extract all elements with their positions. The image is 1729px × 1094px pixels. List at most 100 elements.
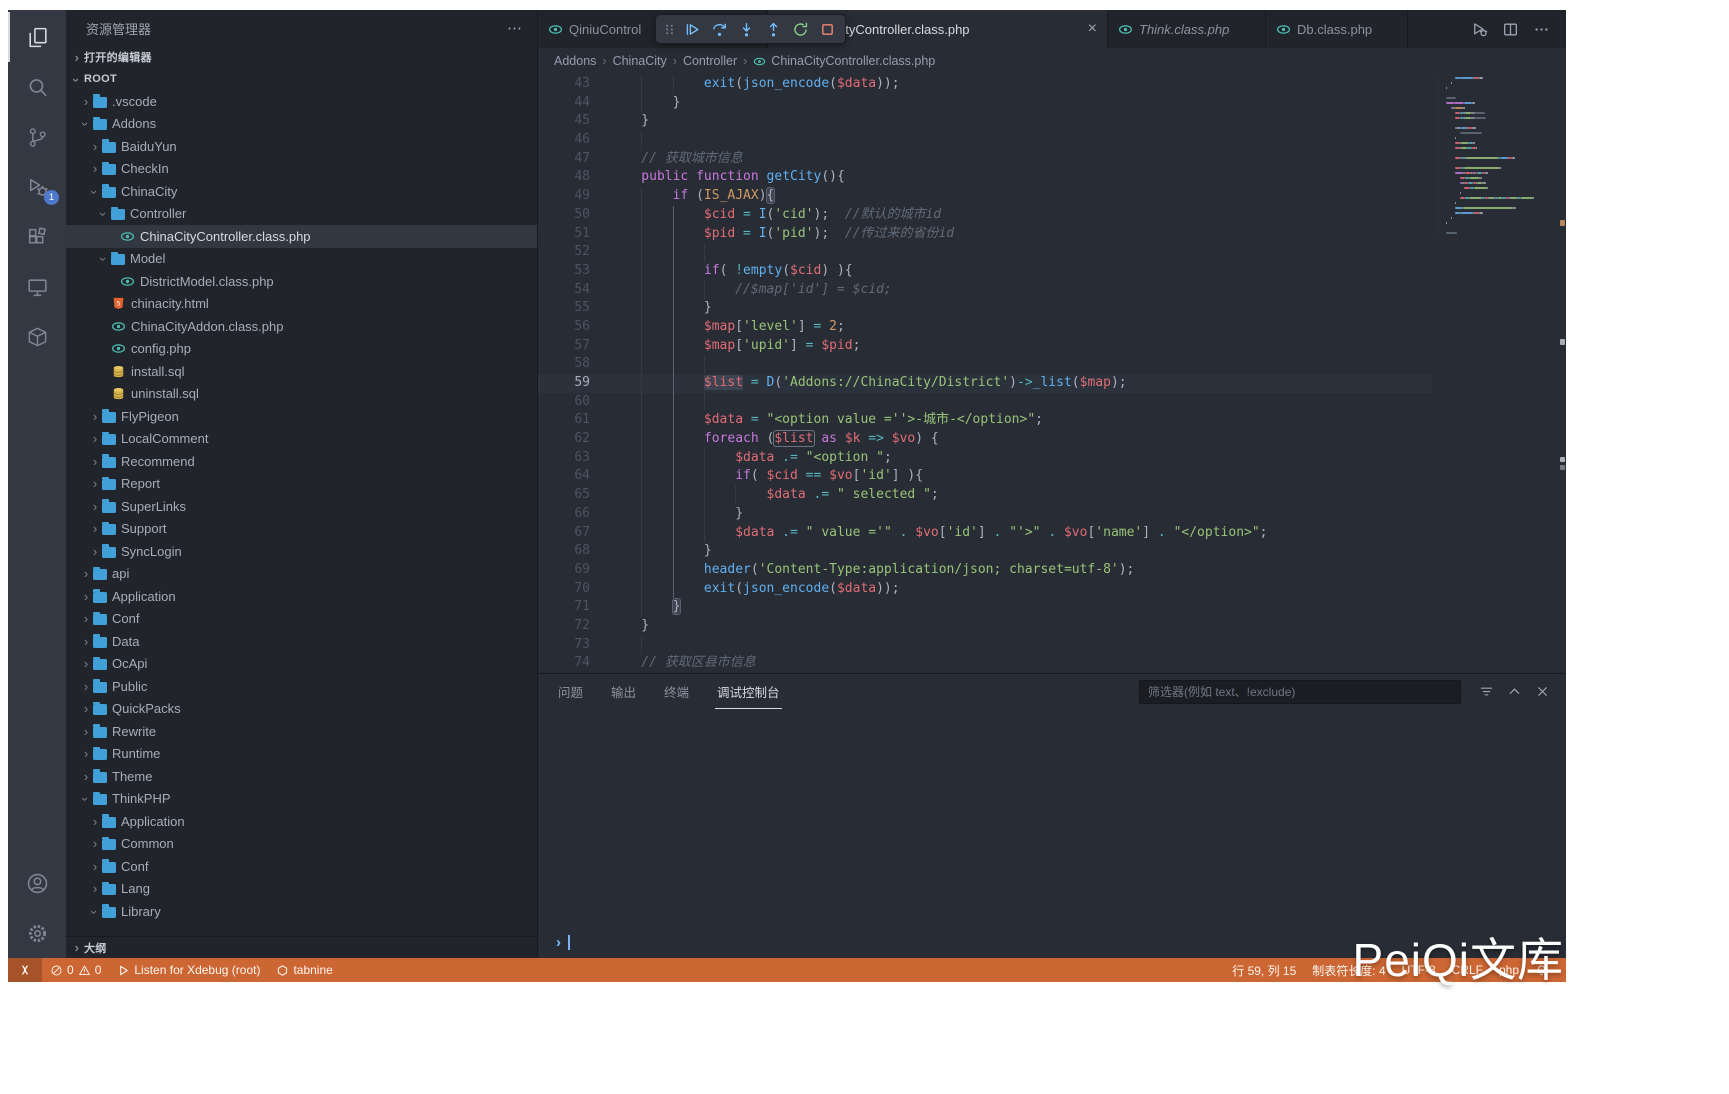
tree-item-checkin[interactable]: ›CheckIn [66, 158, 537, 181]
code-line-55[interactable]: 55} [538, 299, 1432, 318]
code-line-61[interactable]: 61$data = "<option value =''>-城市-</optio… [538, 411, 1432, 430]
panel-tab-problems[interactable]: 问题 [556, 674, 585, 709]
line-number[interactable]: 53 [538, 262, 590, 281]
tree-item-addons[interactable]: ›Addons [66, 113, 537, 136]
tree-item-chinacitycontroller-class-php[interactable]: ›ChinaCityController.class.php [66, 225, 537, 248]
filter-lines-icon[interactable] [1479, 684, 1494, 699]
code-line-57[interactable]: 57$map['upid'] = $pid; [538, 337, 1432, 356]
line-number[interactable]: 47 [538, 150, 590, 169]
code-line-44[interactable]: 44} [538, 94, 1432, 113]
line-number[interactable]: 60 [538, 393, 590, 412]
line-number[interactable]: 54 [538, 281, 590, 300]
step-out-icon[interactable] [761, 17, 785, 41]
line-number[interactable]: 50 [538, 206, 590, 225]
code-line-47[interactable]: 47// 获取城市信息 [538, 150, 1432, 169]
tree-item-config-php[interactable]: ›config.php [66, 338, 537, 361]
outline-section[interactable]: › 大纲 [66, 936, 537, 958]
tab-think-class-php[interactable]: Think.class.php [1108, 10, 1266, 48]
line-number[interactable]: 48 [538, 168, 590, 187]
account-icon[interactable] [8, 858, 66, 908]
code-line-65[interactable]: 65$data .= " selected "; [538, 486, 1432, 505]
tree-item-lang[interactable]: ›Lang [66, 878, 537, 901]
explorer-icon[interactable] [8, 12, 66, 62]
minimap[interactable] [1438, 76, 1558, 236]
code-line-54[interactable]: 54//$map['id'] = $cid; [538, 281, 1432, 300]
tree-item-vscode[interactable]: ›.vscode [66, 90, 537, 113]
tree-item-localcomment[interactable]: ›LocalComment [66, 428, 537, 451]
more-actions-icon[interactable] [1533, 21, 1550, 38]
cursor-position-status[interactable]: 行 59, 列 15 [1224, 958, 1304, 982]
tree-item-chinacity-html[interactable]: ›5chinacity.html [66, 293, 537, 316]
console-filter-input[interactable]: 筛选器(例如 text、!exclude) [1139, 680, 1461, 704]
line-number[interactable]: 58 [538, 355, 590, 374]
drag-handle-icon[interactable] [662, 17, 677, 41]
tree-item-api[interactable]: ›api [66, 563, 537, 586]
line-number[interactable]: 43 [538, 75, 590, 94]
tree-item-common[interactable]: ›Common [66, 833, 537, 856]
tab-db-class-php[interactable]: Db.class.php [1266, 10, 1408, 48]
line-number[interactable]: 59 [538, 374, 590, 393]
debug-toolbar[interactable] [655, 14, 846, 44]
line-number[interactable]: 74 [538, 654, 590, 673]
more-actions-icon[interactable]: ⋯ [507, 19, 523, 37]
tree-item-application[interactable]: ›Application [66, 810, 537, 833]
line-number[interactable]: 55 [538, 299, 590, 318]
code-line-45[interactable]: 45} [538, 112, 1432, 131]
panel-tab-debug-console[interactable]: 调试控制台 [715, 674, 782, 709]
root-section[interactable]: › ROOT [66, 68, 537, 90]
open-editors-section[interactable]: › 打开的编辑器 [66, 46, 537, 68]
code-line-66[interactable]: 66} [538, 505, 1432, 524]
tree-item-application[interactable]: ›Application [66, 585, 537, 608]
code-line-72[interactable]: 72} [538, 617, 1432, 636]
tree-item-theme[interactable]: ›Theme [66, 765, 537, 788]
line-number[interactable]: 72 [538, 617, 590, 636]
tree-item-public[interactable]: ›Public [66, 675, 537, 698]
step-over-icon[interactable] [707, 17, 731, 41]
code-line-73[interactable]: 73 [538, 636, 1432, 655]
breadcrumb-item-chinacity[interactable]: ChinaCity [613, 54, 667, 68]
code-line-58[interactable]: 58 [538, 355, 1432, 374]
step-into-icon[interactable] [734, 17, 758, 41]
line-number[interactable]: 73 [538, 636, 590, 655]
code-line-51[interactable]: 51$pid = I('pid'); //传过来的省份id [538, 225, 1432, 244]
tree-item-controller[interactable]: ›Controller [66, 203, 537, 226]
code-editor[interactable]: 43exit(json_encode($data));44}45}4647// … [538, 74, 1566, 673]
continue-icon[interactable] [680, 17, 704, 41]
tree-item-model[interactable]: ›Model [66, 248, 537, 271]
line-number[interactable]: 57 [538, 337, 590, 356]
stop-icon[interactable] [815, 17, 839, 41]
tree-item-baiduyun[interactable]: ›BaiduYun [66, 135, 537, 158]
tree-item-conf[interactable]: ›Conf [66, 855, 537, 878]
line-number[interactable]: 62 [538, 430, 590, 449]
tree-item-rewrite[interactable]: ›Rewrite [66, 720, 537, 743]
tree-item-chinacityaddon-class-php[interactable]: ›ChinaCityAddon.class.php [66, 315, 537, 338]
line-number[interactable]: 49 [538, 187, 590, 206]
run-or-debug-icon[interactable] [1471, 21, 1488, 38]
code-line-67[interactable]: 67$data .= " value ='" . $vo['id'] . "'>… [538, 524, 1432, 543]
breadcrumb-item-addons[interactable]: Addons [554, 54, 596, 68]
close-panel-icon[interactable] [1535, 684, 1550, 699]
breadcrumb-item-chinacitycontroller-class-php[interactable]: ChinaCityController.class.php [753, 54, 935, 68]
line-number[interactable]: 64 [538, 467, 590, 486]
tree-item-flypigeon[interactable]: ›FlyPigeon [66, 405, 537, 428]
tabnine-status[interactable]: tabnine [268, 958, 340, 982]
run-debug-icon[interactable]: 1 [8, 162, 66, 212]
line-number[interactable]: 68 [538, 542, 590, 561]
code-line-43[interactable]: 43exit(json_encode($data)); [538, 75, 1432, 94]
source-control-icon[interactable] [8, 112, 66, 162]
line-number[interactable]: 65 [538, 486, 590, 505]
tree-item-data[interactable]: ›Data [66, 630, 537, 653]
tree-item-runtime[interactable]: ›Runtime [66, 743, 537, 766]
line-number[interactable]: 69 [538, 561, 590, 580]
panel-tab-terminal[interactable]: 终端 [662, 674, 691, 709]
code-line-50[interactable]: 50$cid = I('cid'); //默认的城市id [538, 206, 1432, 225]
code-line-64[interactable]: 64if( $cid == $vo['id'] ){ [538, 467, 1432, 486]
problems-status[interactable]: 00 [42, 958, 109, 982]
code-line-71[interactable]: 71} [538, 598, 1432, 617]
line-number[interactable]: 61 [538, 411, 590, 430]
code-line-52[interactable]: 52 [538, 243, 1432, 262]
tree-item-superlinks[interactable]: ›SuperLinks [66, 495, 537, 518]
code-line-56[interactable]: 56$map['level'] = 2; [538, 318, 1432, 337]
restart-icon[interactable] [788, 17, 812, 41]
code-line-70[interactable]: 70exit(json_encode($data)); [538, 580, 1432, 599]
